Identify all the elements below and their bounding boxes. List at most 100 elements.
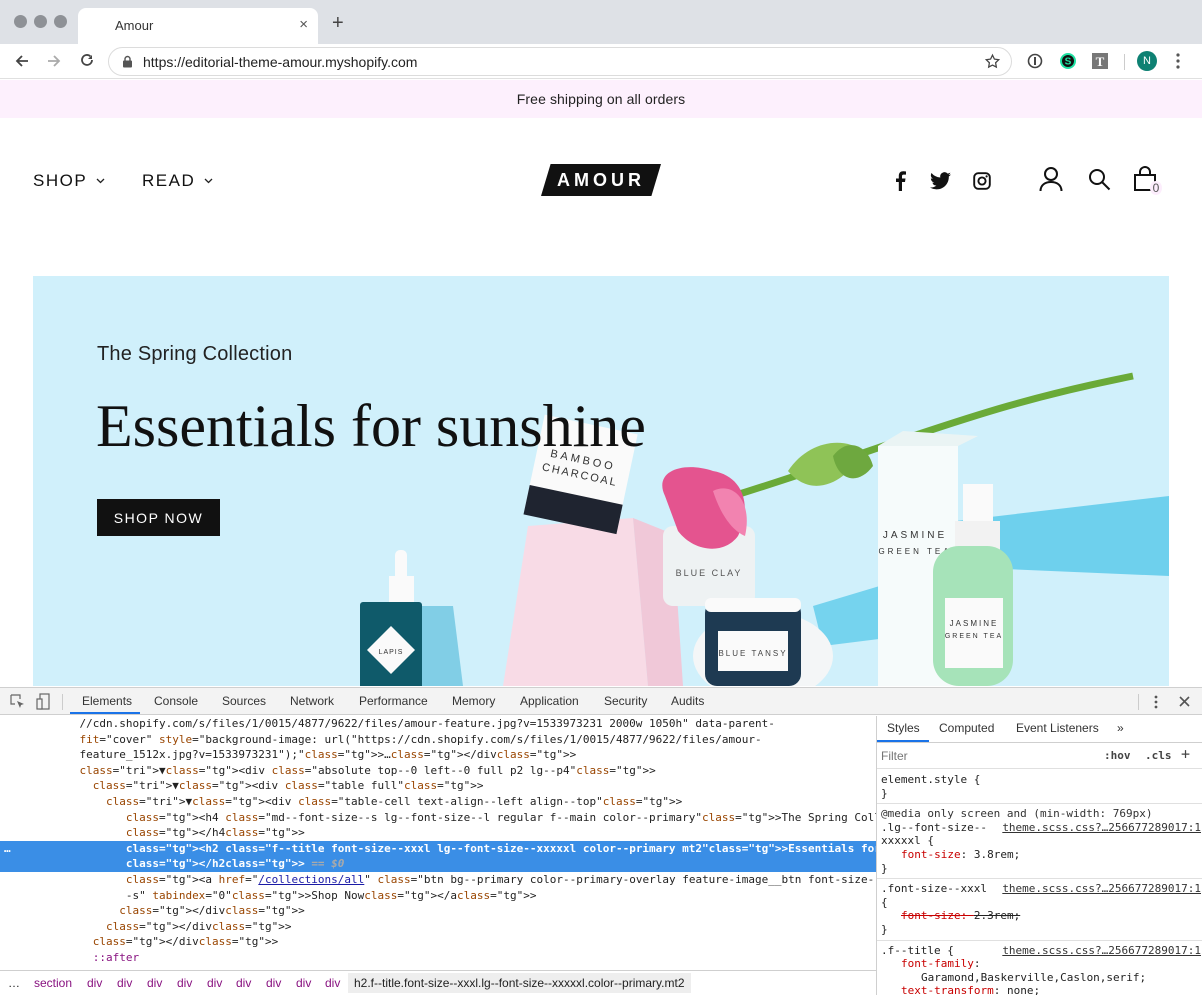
tab-network[interactable]: Network xyxy=(290,694,334,708)
devtools-menu-icon[interactable] xyxy=(1152,694,1160,715)
devtools-close-icon[interactable] xyxy=(1178,695,1191,713)
facebook-icon[interactable] xyxy=(894,171,906,196)
dom-tree-line[interactable]: class="tg"></h2class="tg">> == $0 xyxy=(0,856,876,872)
tab-memory[interactable]: Memory xyxy=(452,694,495,708)
dom-tree-line[interactable]: feature_1512x.jpg?v=1533973231");"class=… xyxy=(0,747,876,763)
breadcrumb-item[interactable]: div xyxy=(177,976,192,990)
dom-tree-line[interactable]: class="tri">▼class="tg"><div class="abso… xyxy=(0,763,876,779)
dom-tree-line[interactable]: fit="cover" style="background-image: url… xyxy=(0,732,876,748)
breadcrumb-item[interactable]: div xyxy=(207,976,222,990)
kebab-menu-icon[interactable] xyxy=(1172,52,1184,70)
breadcrumb-item[interactable]: div xyxy=(147,976,162,990)
shopify-s-icon[interactable]: S xyxy=(1059,52,1077,70)
element-style-rule[interactable]: element.style { } xyxy=(877,770,1202,805)
media-query: @media only screen and (min-width: 769px… xyxy=(881,807,1153,821)
amour-logo[interactable]: AMOUR xyxy=(541,164,661,196)
class-toggle[interactable]: .cls xyxy=(1145,749,1172,762)
tab-close-icon[interactable]: × xyxy=(299,16,308,33)
breadcrumb-item[interactable]: div xyxy=(117,976,132,990)
dom-tree-line[interactable]: class="tg"><a href="/collections/all" cl… xyxy=(0,872,876,888)
breadcrumb-item[interactable]: section xyxy=(34,976,72,990)
browser-toolbar: https://editorial-theme-amour.myshopify.… xyxy=(0,44,1202,79)
tab-divider xyxy=(1138,694,1139,710)
nav-read[interactable]: READ xyxy=(142,171,213,191)
dom-tree-line[interactable]: class="tri">▼class="tg"><div class="tabl… xyxy=(0,778,876,794)
f-title-rule[interactable]: .f--title { theme.scss.css?…256677289017… xyxy=(877,941,1202,995)
rule-source-link[interactable]: theme.scss.css?…256677289017:1 xyxy=(1002,944,1201,958)
dom-tree-line[interactable]: class="tg"></divclass="tg">> xyxy=(0,934,876,950)
tab-audits[interactable]: Audits xyxy=(671,694,704,708)
rule-selector: { xyxy=(881,895,888,909)
tab-event-listeners[interactable]: Event Listeners xyxy=(1016,721,1099,735)
back-icon[interactable] xyxy=(10,49,34,73)
tab-security[interactable]: Security xyxy=(604,694,647,708)
bookmark-star-icon[interactable] xyxy=(984,53,1001,75)
new-tab-button[interactable]: + xyxy=(332,12,344,35)
dom-tree-line[interactable]: class="tg"></h4class="tg">> xyxy=(0,825,876,841)
cart-count-badge: 0 xyxy=(1150,181,1162,195)
lock-icon[interactable] xyxy=(122,55,133,73)
rule-source-link[interactable]: theme.scss.css?…256677289017:1 xyxy=(1002,882,1201,896)
1password-icon[interactable] xyxy=(1026,52,1044,70)
more-tabs-chevron-icon[interactable]: » xyxy=(1117,721,1124,735)
device-toolbar-icon[interactable] xyxy=(36,693,51,715)
dom-tree-line[interactable]: class="tg"><h2 class="f--title font-size… xyxy=(0,840,876,857)
tab-styles[interactable]: Styles xyxy=(887,721,920,735)
breadcrumb-item[interactable]: div xyxy=(325,976,340,990)
tab-console[interactable]: Console xyxy=(154,694,198,708)
nav-shop[interactable]: SHOP xyxy=(33,171,105,191)
account-icon[interactable] xyxy=(1039,166,1063,197)
forward-icon[interactable] xyxy=(42,49,66,73)
css-declaration[interactable]: font-family: xyxy=(881,957,1199,971)
breadcrumb-item[interactable]: div xyxy=(296,976,311,990)
css-declaration-overridden[interactable]: font-size: 2.3rem; xyxy=(881,909,1199,923)
tab-performance[interactable]: Performance xyxy=(359,694,428,708)
site-header: SHOP READ AMOUR 0 xyxy=(0,118,1202,276)
breadcrumb-item[interactable]: div xyxy=(236,976,251,990)
css-declaration[interactable]: font-size: 3.8rem; xyxy=(881,848,1199,862)
window-close-button[interactable] xyxy=(14,15,27,28)
media-font-size-rule[interactable]: @media only screen and (min-width: 769px… xyxy=(877,804,1202,880)
tab-application[interactable]: Application xyxy=(520,694,579,708)
hover-state-toggle[interactable]: :hov xyxy=(1104,749,1131,762)
dom-tree-line[interactable]: class="tg"></divclass="tg">> xyxy=(0,903,876,919)
styles-filter-input[interactable] xyxy=(881,746,1093,765)
typography-t-icon[interactable]: T xyxy=(1091,52,1109,70)
inspect-element-icon[interactable] xyxy=(10,694,25,714)
font-size-xxxl-rule[interactable]: .font-size--xxxl theme.scss.css?…2566772… xyxy=(877,879,1202,941)
address-bar[interactable]: https://editorial-theme-amour.myshopify.… xyxy=(108,47,1012,76)
instagram-icon[interactable] xyxy=(973,172,991,195)
elements-tree[interactable]: //cdn.shopify.com/s/files/1/0015/4877/96… xyxy=(0,716,876,970)
url-text[interactable]: https://editorial-theme-amour.myshopify.… xyxy=(143,54,417,70)
breadcrumb-item[interactable]: div xyxy=(87,976,102,990)
svg-text:S: S xyxy=(1065,57,1072,68)
announcement-bar: Free shipping on all orders xyxy=(0,80,1202,118)
tab-elements[interactable]: Elements xyxy=(82,694,132,708)
browser-tab-amour[interactable]: Amour × xyxy=(78,8,318,44)
svg-text:LAPIS: LAPIS xyxy=(379,649,404,656)
breadcrumb-item[interactable]: h2.f--title.font-size--xxxl.lg--font-siz… xyxy=(348,973,691,993)
dom-tree-line[interactable]: -s" tabindex="0"class="tg">>Shop Nowclas… xyxy=(0,888,876,904)
window-minimize-button[interactable] xyxy=(34,15,47,28)
dom-tree-line[interactable]: ::after xyxy=(0,950,876,966)
svg-text:T: T xyxy=(1096,54,1105,69)
dom-tree-line[interactable]: class="tri">▼class="tg"><div class="tabl… xyxy=(0,794,876,810)
dom-tree-line[interactable]: class="tg"></divclass="tg">> xyxy=(0,919,876,935)
nav-shop-label: SHOP xyxy=(33,171,88,190)
window-zoom-button[interactable] xyxy=(54,15,67,28)
profile-avatar[interactable]: N xyxy=(1137,51,1157,71)
new-rule-plus-icon[interactable]: + xyxy=(1181,745,1190,763)
shop-now-button[interactable]: SHOP NOW xyxy=(97,499,220,536)
reload-icon[interactable] xyxy=(75,49,99,73)
search-icon[interactable] xyxy=(1088,168,1111,196)
dom-tree-line[interactable]: //cdn.shopify.com/s/files/1/0015/4877/96… xyxy=(0,716,876,732)
node-actions-icon[interactable]: … xyxy=(4,841,11,857)
twitter-icon[interactable] xyxy=(930,172,951,195)
breadcrumb-item[interactable]: div xyxy=(266,976,281,990)
breadcrumb-overflow[interactable]: … xyxy=(8,976,20,990)
dom-tree-line[interactable]: class="tg"><h4 class="md--font-size--s l… xyxy=(0,810,876,826)
rule-source-link[interactable]: theme.scss.css?…256677289017:1 xyxy=(1002,821,1201,835)
tab-sources[interactable]: Sources xyxy=(222,694,266,708)
css-declaration[interactable]: text-transform: none; xyxy=(881,984,1199,995)
tab-computed[interactable]: Computed xyxy=(939,721,994,735)
